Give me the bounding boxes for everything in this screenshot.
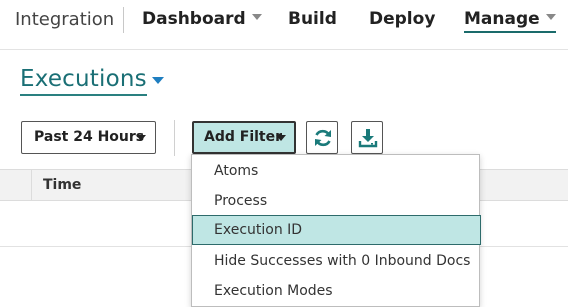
top-navigation: Integration Dashboard Build Deploy Manag… (0, 0, 568, 50)
chevron-down-icon (276, 135, 286, 141)
toolbar-divider (174, 120, 175, 156)
nav-deploy[interactable]: Deploy (369, 9, 435, 29)
nav-build-label: Build (288, 9, 337, 29)
chevron-down-icon (251, 14, 262, 20)
nav-dashboard-label: Dashboard (142, 9, 246, 29)
filter-dropdown-menu: Atoms Process Execution ID Hide Successe… (191, 154, 481, 307)
chevron-down-icon (545, 14, 556, 20)
nav-deploy-label: Deploy (369, 9, 436, 29)
time-range-label: Past 24 Hours (34, 129, 145, 145)
time-range-select[interactable]: Past 24 Hours (21, 121, 156, 154)
menu-item-execution-modes[interactable]: Execution Modes (192, 276, 481, 306)
refresh-button[interactable] (306, 121, 338, 154)
menu-item-atoms[interactable]: Atoms (192, 156, 481, 186)
select-column-header[interactable] (0, 170, 32, 200)
nav-manage-label: Manage (464, 9, 540, 29)
nav-dashboard[interactable]: Dashboard (142, 9, 262, 29)
title-chevron-down-icon[interactable] (152, 77, 164, 84)
refresh-icon (315, 129, 331, 147)
add-filter-label: Add Filter (204, 129, 283, 145)
chevron-down-icon (136, 135, 146, 141)
download-icon (358, 129, 378, 148)
page-title[interactable]: Executions (20, 64, 147, 96)
nav-build[interactable]: Build (288, 9, 337, 29)
brand-label[interactable]: Integration (15, 9, 114, 30)
nav-divider (123, 7, 124, 33)
menu-item-execution-id[interactable]: Execution ID (192, 215, 481, 245)
menu-item-process[interactable]: Process (192, 186, 481, 216)
menu-item-hide-successes[interactable]: Hide Successes with 0 Inbound Docs (192, 246, 481, 276)
add-filter-button[interactable]: Add Filter (192, 121, 296, 154)
time-column-header[interactable]: Time (43, 177, 81, 193)
nav-manage[interactable]: Manage (464, 9, 556, 33)
download-button[interactable] (351, 121, 383, 154)
